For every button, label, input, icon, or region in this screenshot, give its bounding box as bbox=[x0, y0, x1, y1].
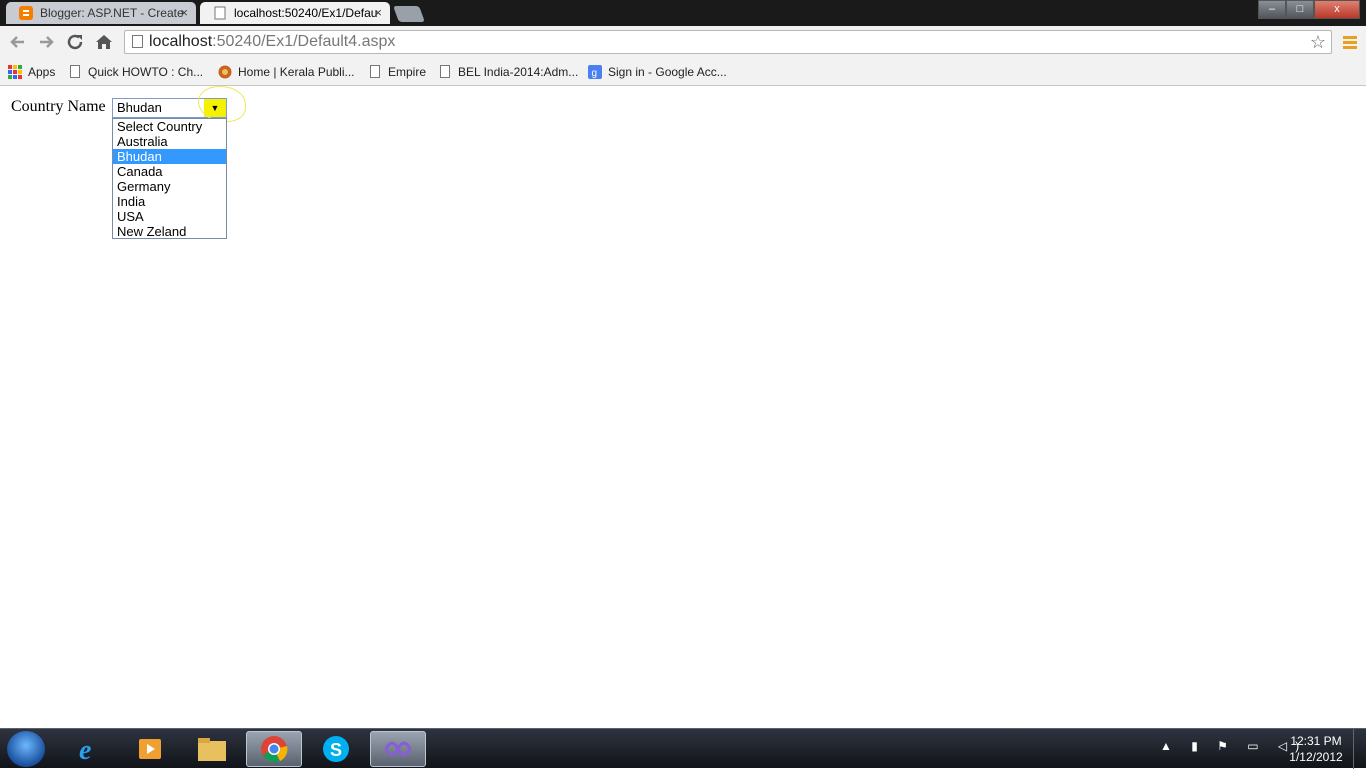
chrome-menu-icon[interactable] bbox=[1343, 36, 1357, 49]
page-icon bbox=[440, 65, 450, 78]
option-australia[interactable]: Australia bbox=[113, 134, 226, 149]
tab-close-icon[interactable]: × bbox=[180, 2, 188, 24]
country-name-label: Country Name bbox=[11, 98, 106, 115]
svg-text:g: g bbox=[592, 68, 598, 79]
reload-icon[interactable] bbox=[65, 32, 85, 52]
clock[interactable]: 12:31 PM 1/12/2012 bbox=[1280, 733, 1352, 765]
minimize-button[interactable]: – bbox=[1258, 0, 1286, 19]
svg-text:e: e bbox=[79, 735, 91, 764]
bookmark-kerala[interactable]: Home | Kerala Publi... bbox=[218, 63, 355, 81]
tab-strip: Blogger: ASP.NET - Create × localhost:50… bbox=[0, 0, 1366, 26]
bookmark-star-icon[interactable]: ☆ bbox=[1310, 31, 1326, 53]
bookmarks-bar: Apps Quick HOWTO : Ch... Home | Kerala P… bbox=[0, 59, 1366, 86]
chrome-icon[interactable] bbox=[246, 731, 302, 767]
apps-grid-icon bbox=[8, 65, 22, 79]
url-host: localhost bbox=[149, 33, 213, 50]
home-icon[interactable] bbox=[94, 32, 114, 52]
window-controls: – □ x bbox=[1258, 0, 1360, 19]
selected-value: Bhudan bbox=[117, 100, 162, 115]
bookmark-google-signin[interactable]: g Sign in - Google Acc... bbox=[588, 63, 727, 81]
tab-localhost[interactable]: localhost:50240/Ex1/Defau × bbox=[200, 2, 390, 24]
svg-text:S: S bbox=[330, 740, 342, 760]
back-arrow-icon[interactable] bbox=[8, 32, 28, 52]
new-tab-button[interactable] bbox=[393, 6, 425, 22]
option-bhudan[interactable]: Bhudan bbox=[113, 149, 226, 164]
browser-toolbar: localhost:50240/Ex1/Default4.aspx ☆ bbox=[0, 26, 1366, 59]
bookmark-empire[interactable]: Empire bbox=[368, 63, 426, 81]
tab-close-icon[interactable]: × bbox=[374, 2, 382, 24]
windows-taskbar: e S ▲ ▮ ⚑ ▭ ◁) 12:31 PM 1/12/2012 bbox=[0, 728, 1366, 769]
address-bar[interactable]: localhost:50240/Ex1/Default4.aspx ☆ bbox=[124, 30, 1332, 54]
page-icon bbox=[370, 65, 380, 78]
page-icon bbox=[132, 35, 143, 48]
tab-blogger[interactable]: Blogger: ASP.NET - Create × bbox=[6, 2, 196, 24]
option-india[interactable]: India bbox=[113, 194, 226, 209]
show-desktop-button[interactable] bbox=[1353, 729, 1366, 769]
page-icon bbox=[70, 65, 80, 78]
option-new-zeland[interactable]: New Zeland bbox=[113, 224, 226, 239]
visual-studio-icon[interactable] bbox=[370, 731, 426, 767]
google-icon: g bbox=[588, 65, 602, 79]
bookmark-quick-howto[interactable]: Quick HOWTO : Ch... bbox=[68, 63, 203, 81]
country-dropdown-list: Select Country Australia Bhudan Canada G… bbox=[112, 118, 227, 239]
option-canada[interactable]: Canada bbox=[113, 164, 226, 179]
option-germany[interactable]: Germany bbox=[113, 179, 226, 194]
clock-date: 1/12/2012 bbox=[1289, 750, 1343, 764]
tab-title: localhost:50240/Ex1/Defau bbox=[234, 6, 378, 20]
maximize-button[interactable]: □ bbox=[1286, 0, 1314, 19]
skype-icon[interactable]: S bbox=[308, 731, 364, 767]
start-button[interactable] bbox=[7, 731, 45, 767]
media-player-icon[interactable] bbox=[122, 731, 178, 767]
kerala-logo-icon bbox=[218, 65, 232, 79]
clock-time: 12:31 PM bbox=[1290, 734, 1342, 748]
option-usa[interactable]: USA bbox=[113, 209, 226, 224]
close-window-button[interactable]: x bbox=[1314, 0, 1360, 19]
file-explorer-icon[interactable] bbox=[184, 731, 240, 767]
bookmark-bel-india[interactable]: BEL India-2014:Adm... bbox=[438, 63, 578, 81]
url-path: :50240/Ex1/Default4.aspx bbox=[212, 33, 396, 50]
forward-arrow-icon[interactable] bbox=[36, 32, 56, 52]
option-select-country[interactable]: Select Country bbox=[113, 119, 226, 134]
internet-explorer-icon[interactable]: e bbox=[62, 731, 118, 767]
page-icon bbox=[214, 6, 226, 20]
tab-title: Blogger: ASP.NET - Create bbox=[40, 6, 184, 20]
bookmark-apps[interactable]: Apps bbox=[8, 63, 55, 81]
blogger-icon bbox=[19, 6, 33, 20]
